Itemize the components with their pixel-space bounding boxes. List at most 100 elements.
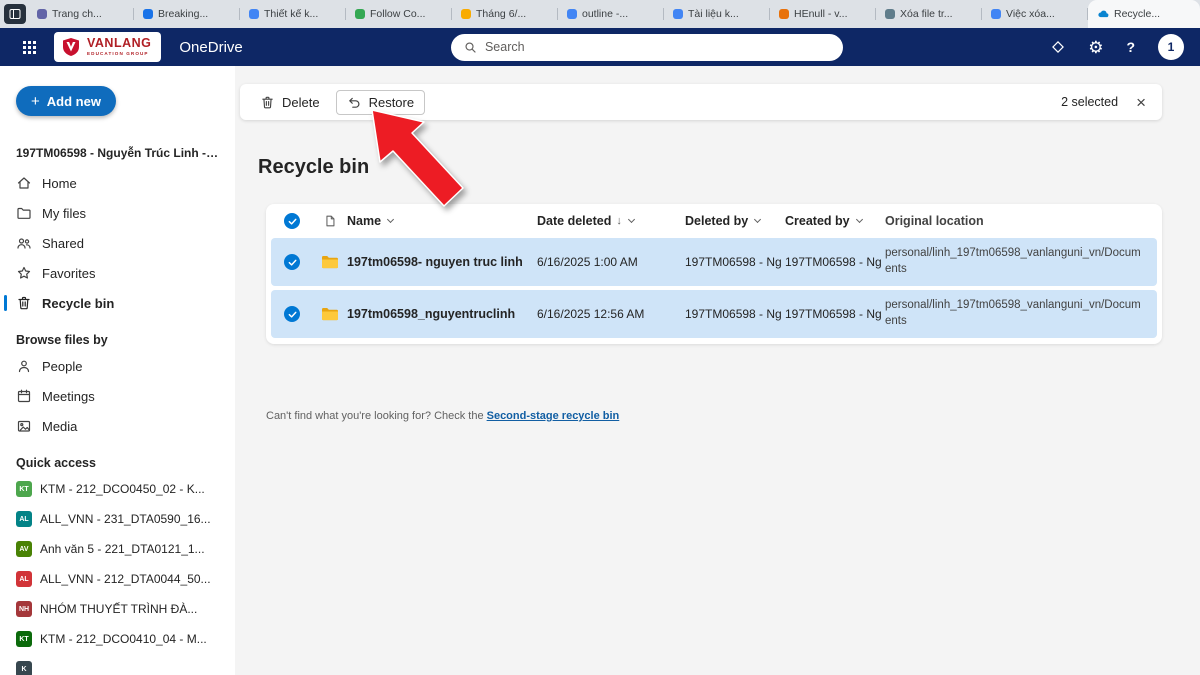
table-row[interactable]: 197tm06598- nguyen truc linh 6/16/2025 1… xyxy=(271,238,1157,286)
quick-access-item[interactable]: K xyxy=(0,654,235,675)
nav-label: My files xyxy=(42,206,86,221)
help-icon[interactable]: ? xyxy=(1126,39,1135,55)
column-header-original-location[interactable]: Original location xyxy=(885,213,1157,230)
sidebar-item-shared[interactable]: Shared xyxy=(0,228,235,258)
delete-button[interactable]: Delete xyxy=(250,91,330,114)
site-icon: KT xyxy=(16,631,32,647)
quick-access-item[interactable]: KT KTM - 212_DCO0410_04 - M... xyxy=(0,624,235,654)
table-header-row: Name Date deleted↓ Deleted by Created by… xyxy=(271,204,1157,238)
tab-label: Xóa file tr... xyxy=(900,8,953,20)
home-icon xyxy=(16,175,32,191)
tab-favicon xyxy=(37,9,47,19)
main-content: Delete Restore 2 selected × Recycle bin xyxy=(235,66,1200,675)
browser-tab[interactable]: Tháng 6/... xyxy=(452,0,558,28)
browser-tab[interactable]: Việc xóa... xyxy=(982,0,1088,28)
screen: Trang ch... Breaking... Thiết kế k... Fo… xyxy=(0,0,1200,675)
select-all-checkbox[interactable] xyxy=(284,213,300,229)
brand-name: VANLANG xyxy=(87,37,151,50)
restore-undo-icon xyxy=(347,95,362,110)
body: + Add new 197TM06598 - Nguyễn Trúc Linh … xyxy=(0,66,1200,675)
delete-label: Delete xyxy=(282,95,320,110)
media-image-icon xyxy=(16,418,32,434)
nav-label: Media xyxy=(42,419,77,434)
quick-access-item[interactable]: AL ALL_VNN - 231_DTA0590_16... xyxy=(0,504,235,534)
tab-actions-button[interactable] xyxy=(2,0,28,28)
column-header-created-by[interactable]: Created by xyxy=(785,214,885,228)
sidebar-item-favorites[interactable]: Favorites xyxy=(0,258,235,288)
file-list: Name Date deleted↓ Deleted by Created by… xyxy=(266,204,1162,344)
site-icon: AL xyxy=(16,511,32,527)
nav-label: Meetings xyxy=(42,389,95,404)
nav-label: Shared xyxy=(42,236,84,251)
sidebar: + Add new 197TM06598 - Nguyễn Trúc Linh … xyxy=(0,66,235,675)
tab-label: Tài liệu k... xyxy=(688,8,739,20)
browser-tab-active[interactable]: Recycle... xyxy=(1088,0,1200,28)
quick-access-item[interactable]: NH NHÓM THUYẾT TRÌNH ĐÀ... xyxy=(0,594,235,624)
quick-access-label: KTM - 212_DCO0450_02 - K... xyxy=(40,482,205,496)
search-bar[interactable] xyxy=(451,34,843,61)
sidebar-item-my-files[interactable]: My files xyxy=(0,198,235,228)
row-deleted-by: 197TM06598 - Ng xyxy=(685,255,785,269)
tab-favicon xyxy=(249,9,259,19)
browser-tab[interactable]: Trang ch... xyxy=(28,0,134,28)
quick-access-item[interactable]: KT KTM - 212_DCO0450_02 - K... xyxy=(0,474,235,504)
browser-tab[interactable]: outline -... xyxy=(558,0,664,28)
sidebar-nav: Home My files Shared Favorites Recycle b… xyxy=(0,168,235,318)
quick-access-item[interactable]: AV Anh văn 5 - 221_DTA0121_1... xyxy=(0,534,235,564)
row-checkbox-checked[interactable] xyxy=(284,306,300,322)
quick-access-label: ALL_VNN - 212_DTA0044_50... xyxy=(40,572,211,586)
clear-selection-icon[interactable]: × xyxy=(1136,94,1146,111)
selection-count: 2 selected xyxy=(1061,95,1118,109)
sidebar-item-meetings[interactable]: Meetings xyxy=(0,381,235,411)
shared-people-icon xyxy=(16,235,32,251)
tab-label: Tháng 6/... xyxy=(476,8,526,20)
sidebar-item-people[interactable]: People xyxy=(0,351,235,381)
browser-tab[interactable]: Xóa file tr... xyxy=(876,0,982,28)
app-header: VANLANG EDUCATION GROUP OneDrive ⚙ ? 1 xyxy=(0,28,1200,66)
browser-tab[interactable]: HEnull - v... xyxy=(770,0,876,28)
person-icon xyxy=(16,358,32,374)
app-launcher-button[interactable] xyxy=(16,34,42,60)
browser-tab[interactable]: Follow Co... xyxy=(346,0,452,28)
browser-tab[interactable]: Tài liệu k... xyxy=(664,0,770,28)
tab-favicon xyxy=(991,9,1001,19)
tab-label: HEnull - v... xyxy=(794,8,847,20)
row-date-deleted: 6/16/2025 1:00 AM xyxy=(537,255,685,269)
tab-label: Recycle... xyxy=(1114,8,1160,20)
row-checkbox-checked[interactable] xyxy=(284,254,300,270)
avatar[interactable]: 1 xyxy=(1158,34,1184,60)
page-title: Recycle bin xyxy=(258,156,369,179)
tab-favicon xyxy=(461,9,471,19)
settings-gear-icon[interactable]: ⚙ xyxy=(1088,39,1103,56)
selection-info: 2 selected × xyxy=(1061,94,1152,111)
premium-icon[interactable] xyxy=(1051,40,1065,54)
plus-icon: + xyxy=(31,94,40,109)
tab-label: Trang ch... xyxy=(52,8,102,20)
tab-favicon xyxy=(143,9,153,19)
tab-label: Thiết kế k... xyxy=(264,8,318,20)
waffle-icon xyxy=(23,41,36,54)
table-row[interactable]: 197tm06598_nguyentruclinh 6/16/2025 12:5… xyxy=(271,290,1157,338)
vanlang-shield-icon xyxy=(61,37,81,57)
sidebar-item-recycle-bin[interactable]: Recycle bin xyxy=(0,288,235,318)
search-input[interactable] xyxy=(485,40,830,54)
row-date-deleted: 6/16/2025 12:56 AM xyxy=(537,307,685,321)
add-new-button[interactable]: + Add new xyxy=(16,86,116,116)
restore-button[interactable]: Restore xyxy=(336,90,426,115)
second-stage-recycle-bin-link[interactable]: Second-stage recycle bin xyxy=(487,410,620,422)
browser-tab[interactable]: Breaking... xyxy=(134,0,240,28)
column-header-date-deleted[interactable]: Date deleted↓ xyxy=(537,214,685,228)
column-header-deleted-by[interactable]: Deleted by xyxy=(685,214,785,228)
quick-access-item[interactable]: AL ALL_VNN - 212_DTA0044_50... xyxy=(0,564,235,594)
tab-favicon xyxy=(355,9,365,19)
chevron-down-icon xyxy=(387,215,394,222)
column-header-name[interactable]: Name xyxy=(347,214,537,228)
sidebar-item-home[interactable]: Home xyxy=(0,168,235,198)
quick-access-label: NHÓM THUYẾT TRÌNH ĐÀ... xyxy=(40,602,197,616)
column-label: Name xyxy=(347,214,381,228)
sidebar-item-media[interactable]: Media xyxy=(0,411,235,441)
tab-favicon xyxy=(567,9,577,19)
tab-label: Việc xóa... xyxy=(1006,8,1055,20)
browser-tab[interactable]: Thiết kế k... xyxy=(240,0,346,28)
star-icon xyxy=(16,265,32,281)
